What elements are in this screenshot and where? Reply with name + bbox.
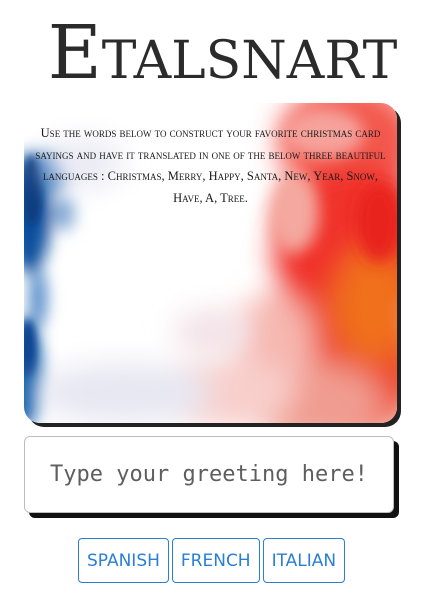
watercolor-card: Use the words below to construct your fa…	[24, 103, 397, 423]
page-title: Etalsnart	[47, 10, 398, 96]
spanish-button[interactable]: SPANISH	[78, 538, 169, 583]
italian-button[interactable]: ITALIAN	[262, 538, 346, 583]
greeting-input-box	[24, 436, 394, 513]
french-button[interactable]: FRENCH	[171, 538, 260, 583]
greeting-input[interactable]	[25, 437, 393, 512]
card-instructions: Use the words below to construct your fa…	[35, 126, 386, 205]
language-buttons: SPANISH FRENCH ITALIAN	[78, 538, 346, 583]
